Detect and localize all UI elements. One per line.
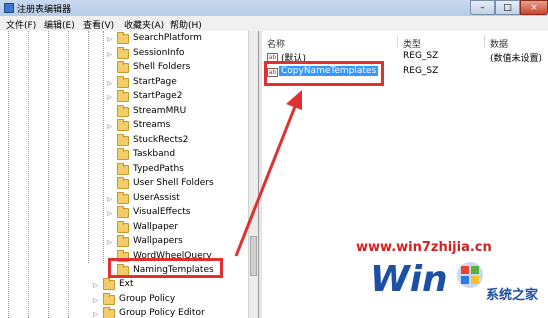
watermark-logo: Win bbox=[370, 259, 448, 300]
watermark-url: www.win7zhijia.cn bbox=[356, 240, 492, 255]
watermark-brand: 系统之家 bbox=[486, 288, 539, 303]
windows-logo-icon bbox=[457, 262, 483, 288]
